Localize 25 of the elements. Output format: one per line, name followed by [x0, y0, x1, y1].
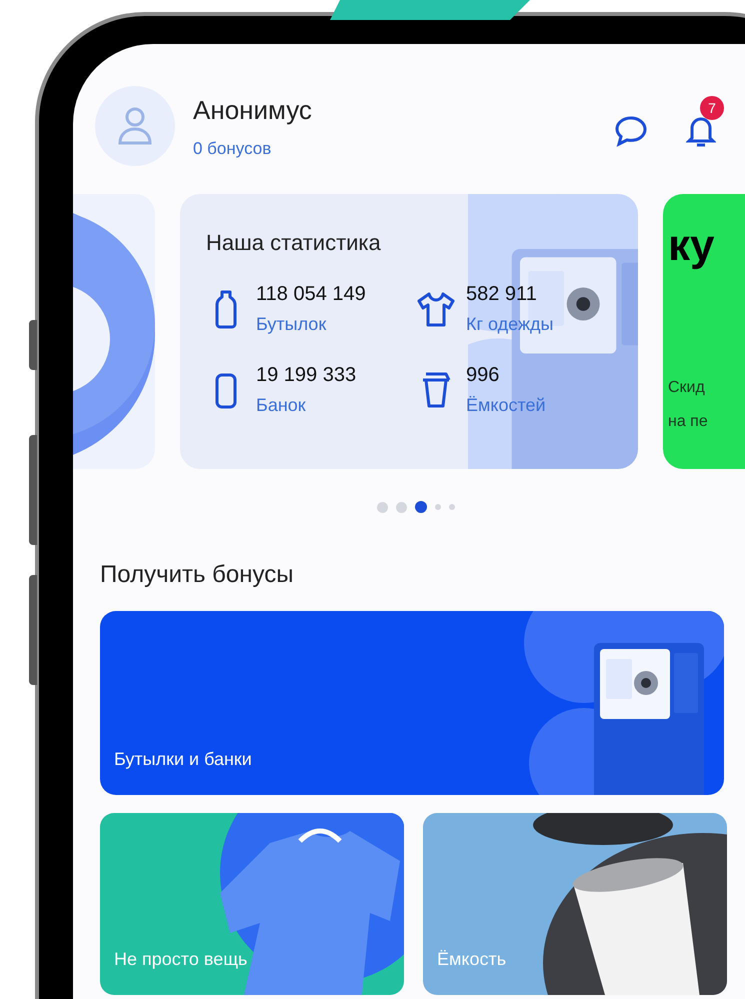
user-name: Анонимус	[193, 94, 312, 127]
stat-label: Бутылок	[256, 313, 328, 336]
bottle-icon	[213, 288, 239, 330]
section-title: Получить бонусы	[100, 560, 294, 590]
user-icon	[117, 106, 153, 146]
stat-label: Кг одежды	[466, 313, 554, 336]
promo-text: Скид	[668, 378, 706, 398]
stat-value: 582 911	[466, 282, 538, 307]
stat-label: Банок	[256, 394, 307, 417]
bonus-card[interactable]: Бутылки и банки	[100, 611, 724, 795]
promo-card[interactable]: ку Скид на пе	[663, 194, 745, 469]
promo-text: на пе	[668, 412, 709, 432]
chat-icon[interactable]	[614, 115, 648, 147]
bonus-balance[interactable]: 0 бонусов	[193, 136, 312, 162]
stats-card[interactable]: Наша статистика 118 054 149 Бутылок 582 911 Кг одежды 19 199 333 Банок 996 Ёмкостей	[180, 194, 638, 469]
stat-value: 996	[466, 363, 500, 388]
promo-logo: ку	[668, 224, 716, 268]
card-title: Бутылки и банки	[114, 748, 252, 771]
stat-value: 19 199 333	[256, 363, 356, 388]
card-title: Наша статистика	[206, 229, 382, 257]
stat-label: Ёмкостей	[466, 394, 546, 417]
card-title: Не просто вещь	[114, 948, 248, 971]
card-title: Ёмкость	[437, 948, 506, 971]
notification-badge: 7	[700, 96, 724, 120]
stat-value: 118 054 149	[256, 282, 366, 307]
